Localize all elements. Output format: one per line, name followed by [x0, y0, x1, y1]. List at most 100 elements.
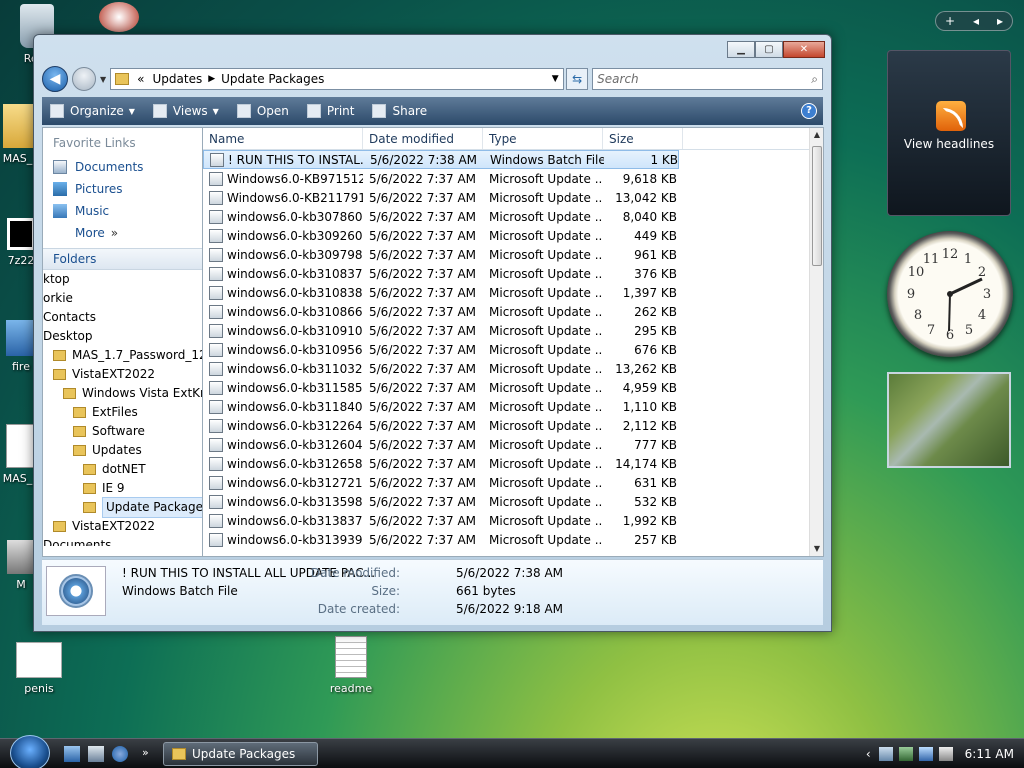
- address-bar[interactable]: « Updates ▶ Update Packages ▼: [110, 68, 565, 90]
- file-size: 1,397 KB: [622, 285, 677, 300]
- internet-explorer-icon[interactable]: [112, 746, 128, 762]
- file-date: 5/6/2022 7:37 AM: [369, 361, 477, 376]
- sidebar-gadget-controls[interactable]: + ◂ ▸: [935, 11, 1013, 31]
- quick-launch-overflow-icon[interactable]: »: [142, 746, 158, 762]
- file-size: 1 KB: [650, 152, 678, 167]
- file-row[interactable]: windows6.0-kb313598... 5/6/2022 7:37 AM Mi…: [203, 492, 823, 511]
- file-row[interactable]: ! RUN THIS TO INSTAL... 5/6/2022 7:38 AM W…: [203, 150, 679, 169]
- file-row[interactable]: windows6.0-kb310956... 5/6/2022 7:37 AM Mi…: [203, 340, 823, 359]
- tree-item-label: VistaEXT2022: [72, 367, 156, 381]
- prev-icon[interactable]: ◂: [973, 14, 979, 28]
- organize-button[interactable]: Organize ▼: [50, 104, 135, 118]
- volume-icon[interactable]: [938, 747, 953, 761]
- show-desktop-icon[interactable]: [64, 746, 80, 762]
- feed-headlines-gadget[interactable]: View headlines: [887, 50, 1011, 216]
- file-row[interactable]: windows6.0-kb312604... 5/6/2022 7:37 AM Mi…: [203, 435, 823, 454]
- update-package-icon: [209, 399, 223, 414]
- desktop-icon-readme[interactable]: readme: [316, 636, 386, 695]
- file-row[interactable]: windows6.0-kb312721... 5/6/2022 7:37 AM Mi…: [203, 473, 823, 492]
- recent-pages-dropdown[interactable]: ▼: [100, 75, 106, 84]
- start-button[interactable]: [10, 735, 50, 768]
- minimize-button[interactable]: ▁: [727, 41, 755, 58]
- file-size: 13,042 KB: [615, 190, 677, 205]
- folder-icon: [63, 388, 76, 399]
- file-row[interactable]: windows6.0-kb311840... 5/6/2022 7:37 AM Mi…: [203, 397, 823, 416]
- folder-icon: [73, 426, 86, 437]
- scroll-thumb[interactable]: [812, 146, 822, 266]
- print-button[interactable]: Print: [306, 104, 354, 118]
- file-size: 676 KB: [634, 342, 677, 357]
- file-thumbnail: [46, 566, 106, 616]
- switch-windows-icon[interactable]: [88, 746, 104, 762]
- column-header-size[interactable]: Size: [603, 128, 683, 149]
- add-gadget-button[interactable]: +: [945, 14, 955, 28]
- maximize-button[interactable]: ▢: [755, 41, 783, 58]
- breadcrumb-update-packages[interactable]: Update Packages: [221, 72, 324, 86]
- file-name-cell: windows6.0-kb313939...: [203, 532, 363, 547]
- file-type: Microsoft Update ...: [489, 266, 603, 281]
- file-row[interactable]: windows6.0-kb313837... 5/6/2022 7:37 AM Mi…: [203, 511, 823, 530]
- file-row[interactable]: windows6.0-kb307860... 5/6/2022 7:37 AM Mi…: [203, 207, 823, 226]
- update-package-icon: [209, 513, 223, 528]
- share-button[interactable]: Share: [372, 104, 427, 118]
- file-name: windows6.0-kb312658...: [227, 456, 363, 471]
- file-date: 5/6/2022 7:37 AM: [369, 513, 477, 528]
- network-users-icon[interactable]: [898, 747, 913, 761]
- file-type: Microsoft Update ...: [489, 209, 603, 224]
- column-header-date[interactable]: Date modified: [363, 128, 483, 149]
- folder-icon: [73, 407, 86, 418]
- search-icon[interactable]: ⌕: [811, 72, 818, 87]
- address-dropdown-icon[interactable]: ▼: [547, 74, 563, 84]
- clock-time[interactable]: 6:11 AM: [965, 747, 1014, 761]
- open-button[interactable]: Open: [236, 104, 289, 118]
- file-row[interactable]: windows6.0-kb309798... 5/6/2022 7:37 AM Mi…: [203, 245, 823, 264]
- file-row[interactable]: windows6.0-kb309260... 5/6/2022 7:37 AM Mi…: [203, 226, 823, 245]
- slideshow-gadget[interactable]: [887, 372, 1011, 468]
- taskbar-button-update-packages[interactable]: Update Packages: [163, 742, 318, 766]
- scroll-down-icon[interactable]: ▼: [810, 542, 824, 556]
- forward-button[interactable]: [72, 67, 96, 91]
- file-row[interactable]: windows6.0-kb310838... 5/6/2022 7:37 AM Mi…: [203, 283, 823, 302]
- breadcrumb-overflow[interactable]: «: [137, 72, 144, 86]
- svg-text:10: 10: [908, 265, 925, 280]
- file-row[interactable]: windows6.0-kb310866... 5/6/2022 7:37 AM Mi…: [203, 302, 823, 321]
- tree-item-label: ExtFiles: [92, 405, 138, 419]
- desktop-icon-app[interactable]: [84, 2, 154, 36]
- file-row[interactable]: windows6.0-kb312658... 5/6/2022 7:37 AM Mi…: [203, 454, 823, 473]
- breadcrumb-separator-icon[interactable]: ▶: [208, 74, 215, 84]
- file-name-cell: windows6.0-kb311585...: [203, 380, 363, 395]
- file-row[interactable]: windows6.0-kb311032... 5/6/2022 7:37 AM Mi…: [203, 359, 823, 378]
- file-row[interactable]: windows6.0-kb312264... 5/6/2022 7:37 AM Mi…: [203, 416, 823, 435]
- tree-item-label: dotNET: [102, 462, 146, 476]
- column-header-type[interactable]: Type: [483, 128, 603, 149]
- file-list-scrollbar[interactable]: ▲ ▼: [809, 128, 823, 556]
- close-button[interactable]: ✕: [783, 41, 825, 58]
- refresh-button[interactable]: ⇆: [566, 68, 589, 90]
- file-type: Microsoft Update ...: [489, 418, 603, 433]
- file-row[interactable]: windows6.0-kb313939... 5/6/2022 7:37 AM Mi…: [203, 530, 823, 549]
- file-row[interactable]: windows6.0-kb310837... 5/6/2022 7:37 AM Mi…: [203, 264, 823, 283]
- file-row[interactable]: Windows6.0-KB971512... 5/6/2022 7:37 AM Mi…: [203, 169, 823, 188]
- show-hidden-icons-icon[interactable]: ‹: [866, 747, 871, 761]
- next-icon[interactable]: ▸: [997, 14, 1003, 28]
- file-row[interactable]: Windows6.0-KB211791... 5/6/2022 7:37 AM Mi…: [203, 188, 823, 207]
- file-type: Microsoft Update ...: [489, 361, 603, 376]
- feed-headlines-label[interactable]: View headlines: [888, 137, 1010, 151]
- file-row[interactable]: windows6.0-kb311585... 5/6/2022 7:37 AM Mi…: [203, 378, 823, 397]
- file-row[interactable]: windows6.0-kb310910... 5/6/2022 7:37 AM Mi…: [203, 321, 823, 340]
- file-name-cell: windows6.0-kb313598...: [203, 494, 363, 509]
- folder-icon: [53, 521, 66, 532]
- tree-item-label: Software: [92, 424, 145, 438]
- scroll-up-icon[interactable]: ▲: [810, 128, 824, 142]
- breadcrumb-updates[interactable]: Updates: [153, 72, 203, 86]
- views-button[interactable]: Views ▼: [152, 104, 219, 118]
- search-input[interactable]: Search ⌕: [592, 68, 823, 90]
- network-icon[interactable]: [918, 747, 933, 761]
- security-icon[interactable]: [878, 747, 893, 761]
- desktop-icon-penis[interactable]: penis: [4, 642, 74, 695]
- help-button[interactable]: ?: [801, 103, 817, 119]
- back-button[interactable]: ◀: [42, 66, 68, 92]
- favorite-label: Documents: [75, 160, 144, 174]
- column-header-name[interactable]: Name: [203, 128, 363, 149]
